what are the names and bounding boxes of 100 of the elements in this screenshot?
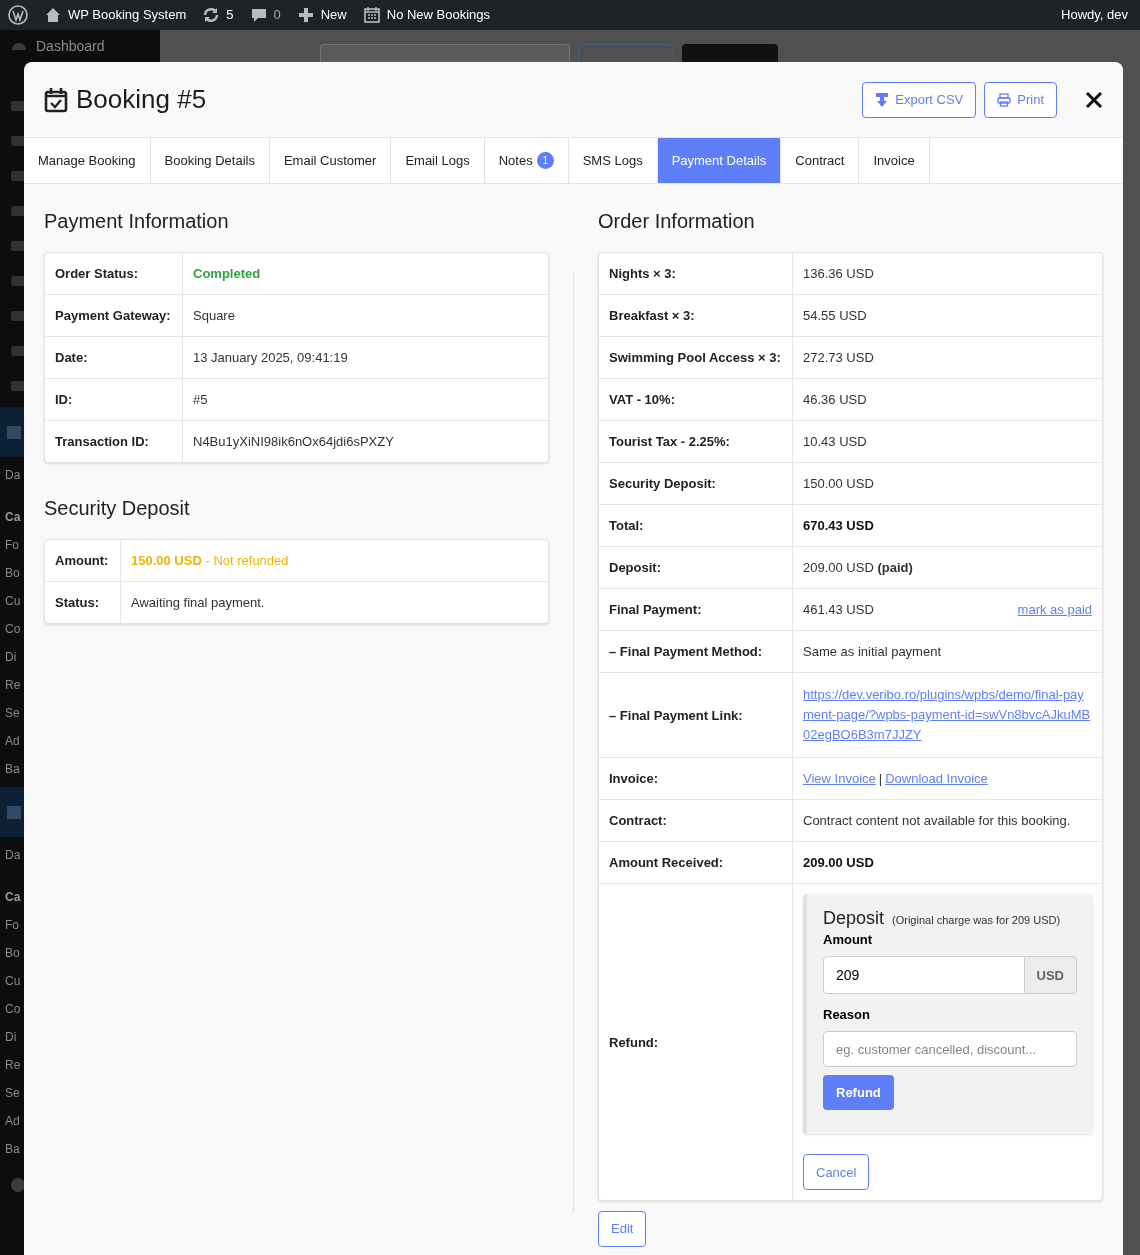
amount-field[interactable]: 209	[823, 956, 1025, 994]
status-text: Completed	[193, 265, 261, 282]
table-label: Swimming Pool Access × 3:	[599, 337, 793, 378]
table-cell: 10.43 USD	[803, 433, 867, 450]
admin-bar-link[interactable]: 0	[273, 5, 281, 25]
menu-item[interactable]: Ba	[5, 1142, 20, 1156]
modal-title: Booking #5	[76, 83, 207, 116]
table-label: Invoice:	[599, 758, 793, 799]
table-cell: 461.43 USD	[803, 601, 874, 618]
table-label: Deposit:	[599, 547, 793, 588]
edit-button[interactable]: Edit	[598, 1211, 647, 1247]
table-label: Breakfast × 3:	[599, 295, 793, 336]
howdy-link[interactable]: Howdy, dev	[1061, 5, 1128, 25]
invoice-link[interactable]: Download Invoice	[885, 770, 988, 787]
menu-item[interactable]: Co	[5, 1002, 21, 1016]
home-icon	[44, 6, 62, 24]
table-cell: Same as initial payment	[803, 643, 941, 660]
admin-bar-link[interactable]: New	[320, 5, 347, 25]
table-label: Nights × 3:	[599, 253, 793, 294]
menu-item[interactable]: Ad	[5, 734, 20, 748]
table-label: Payment Gateway:	[45, 295, 183, 336]
menu-item[interactable]: Co	[5, 622, 21, 636]
menu-item[interactable]: Se	[5, 1086, 20, 1100]
menu-heading: Ca	[5, 890, 21, 904]
invoice-link[interactable]: View Invoice	[803, 770, 876, 787]
table-cell: 670.43 USD	[803, 517, 874, 534]
table-cell: 13 January 2025, 09:41:19	[193, 349, 348, 366]
tab[interactable]: Email Logs	[391, 138, 485, 183]
reason-field[interactable]: eg. customer cancelled, discount...	[823, 1031, 1077, 1067]
tab[interactable]: Invoice	[859, 138, 930, 183]
close-icon	[1085, 90, 1103, 109]
table-cell: 209.00 USD	[803, 854, 874, 871]
menu-item[interactable]: Ba	[5, 762, 20, 776]
table-cell: 54.55 USD	[803, 307, 867, 324]
admin-bar-link[interactable]: WP Booking System	[68, 5, 187, 25]
section-heading: Security Deposit	[44, 496, 191, 521]
menu-item[interactable]: Di	[5, 650, 17, 664]
export-button[interactable]: Export CSV	[862, 81, 977, 118]
table-label: Refund:	[599, 884, 793, 1200]
tab[interactable]: SMS Logs	[568, 138, 658, 183]
download-icon	[875, 91, 890, 108]
table-label: – Final Payment Method:	[599, 631, 793, 672]
tab[interactable]: Notes 1	[484, 138, 569, 183]
refund-button[interactable]: Refund	[823, 1075, 894, 1110]
mark-paid-link[interactable]: mark as paid	[1017, 601, 1092, 618]
menu-item[interactable]: Di	[5, 1030, 17, 1044]
tab[interactable]: Email Customer	[269, 138, 392, 183]
menu-item[interactable]: Da	[5, 468, 21, 482]
menu-item[interactable]: Cu	[5, 594, 21, 608]
menu-item[interactable]: Da	[5, 848, 21, 862]
tab[interactable]: Manage Booking	[24, 138, 151, 183]
menu-item[interactable]: Re	[5, 1058, 21, 1072]
calendar-icon	[6, 424, 22, 440]
table-cell: 209.00 USD (paid)	[803, 559, 913, 576]
table-label: Amount:	[45, 540, 121, 581]
menu-item[interactable]: Fo	[5, 538, 19, 552]
refresh-icon	[202, 6, 221, 24]
table-label: Date:	[45, 337, 183, 378]
menu-item[interactable]: Se	[5, 706, 20, 720]
table-cell: 150.00 USD	[803, 475, 874, 492]
tab[interactable]: Payment Details	[657, 138, 782, 183]
calendar-icon	[6, 804, 22, 820]
menu-item[interactable]: Cu	[5, 974, 21, 988]
table-cell: 46.36 USD	[803, 391, 867, 408]
table-label: Amount Received:	[599, 842, 793, 883]
cancel-button[interactable]: Cancel	[803, 1154, 870, 1190]
calendar-check-icon	[44, 86, 68, 113]
table-label: Security Deposit:	[599, 463, 793, 504]
table-cell: 272.73 USD	[803, 349, 874, 366]
menu-item[interactable]: Re	[5, 678, 21, 692]
comment-icon	[249, 6, 268, 24]
menu-heading: Ca	[5, 510, 21, 524]
admin-bar-link[interactable]: No New Bookings	[386, 5, 491, 25]
payment-link[interactable]: https://dev.veribo.ro/plugins/wpbs/demo/final-payment-page/?wpbs-payment-id=swVn8bvcAJkuMB02egBO6B3m7JJZY	[803, 685, 1092, 745]
menu-item[interactable]: Ad	[5, 1114, 20, 1128]
admin-bar-link[interactable]: 5	[226, 5, 234, 25]
menu-item[interactable]: Dashboard	[36, 38, 105, 54]
table-cell: Square	[193, 307, 235, 324]
tab[interactable]: Booking Details	[150, 138, 270, 183]
printer-icon	[997, 92, 1012, 107]
table-cell: #5	[193, 391, 208, 408]
count-badge: 1	[536, 152, 554, 169]
table-label: ID:	[45, 379, 183, 420]
menu-item[interactable]: Bo	[5, 566, 20, 580]
menu-item[interactable]: Fo	[5, 918, 19, 932]
print-button[interactable]: Print	[984, 81, 1057, 118]
table-label: Final Payment:	[599, 589, 793, 630]
wordpress-logo-icon	[8, 5, 28, 25]
currency-addon: USD	[1024, 956, 1077, 994]
table-label: Status:	[45, 582, 121, 623]
plus-icon	[296, 6, 315, 24]
separator-text: |	[878, 770, 883, 787]
menu-item[interactable]: Bo	[5, 946, 20, 960]
table-label: Total:	[599, 505, 793, 546]
field-label: Amount	[823, 931, 874, 948]
table-label: Tourist Tax - 2.25%:	[599, 421, 793, 462]
panel-heading: Deposit	[823, 910, 885, 927]
table-cell: 136.36 USD	[803, 265, 874, 282]
table-cell: Awaiting final payment.	[131, 594, 265, 611]
tab[interactable]: Contract	[781, 138, 860, 183]
